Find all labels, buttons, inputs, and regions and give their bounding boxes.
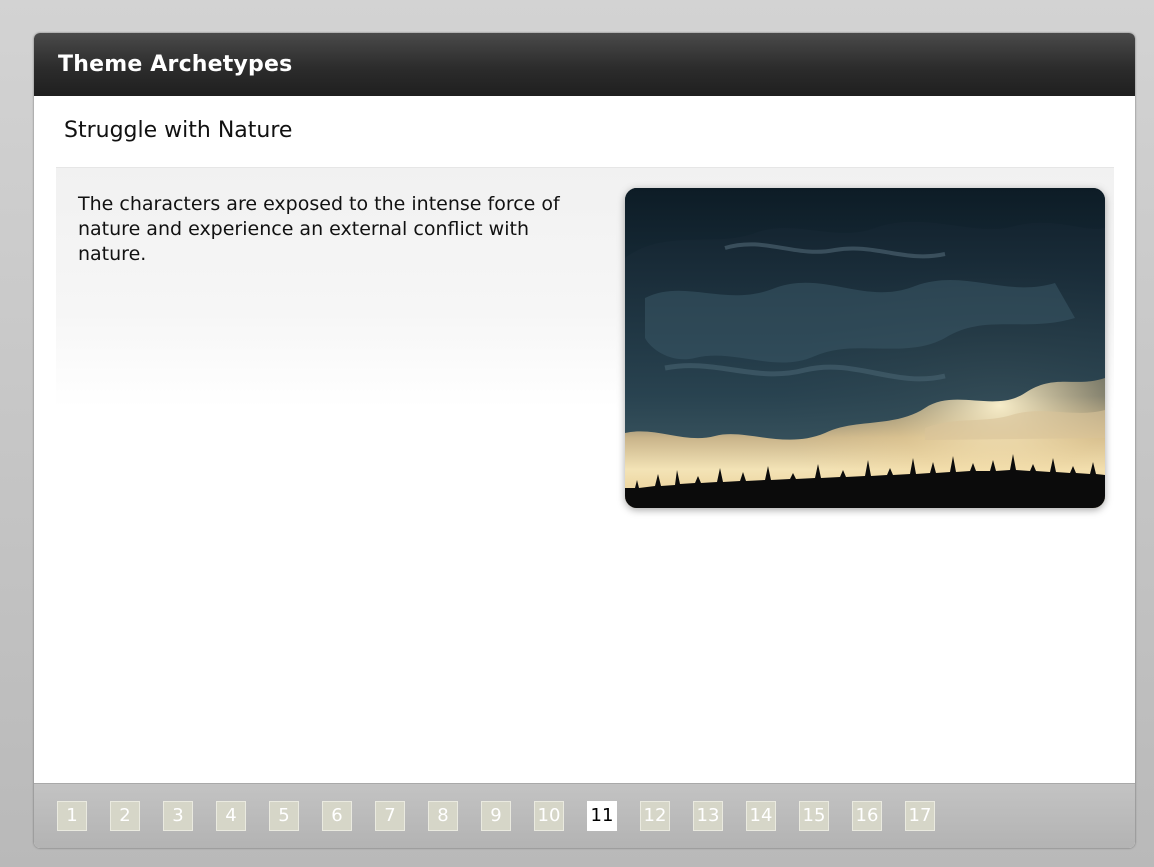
page-button-11[interactable]: 11: [587, 801, 617, 831]
page-button-10[interactable]: 10: [534, 801, 564, 831]
page-button-3[interactable]: 3: [163, 801, 193, 831]
page-button-4[interactable]: 4: [216, 801, 246, 831]
page-button-2[interactable]: 2: [110, 801, 140, 831]
page-button-14[interactable]: 14: [746, 801, 776, 831]
page-button-5[interactable]: 5: [269, 801, 299, 831]
page-button-17[interactable]: 17: [905, 801, 935, 831]
slide-body-text: The characters are exposed to the intens…: [78, 193, 560, 265]
page-button-12[interactable]: 12: [640, 801, 670, 831]
page-button-9[interactable]: 9: [481, 801, 511, 831]
page-button-8[interactable]: 8: [428, 801, 458, 831]
slide-window: Theme Archetypes Struggle with Nature Th…: [34, 33, 1135, 848]
page-button-6[interactable]: 6: [322, 801, 352, 831]
page-button-7[interactable]: 7: [375, 801, 405, 831]
storm-clouds-image: [625, 188, 1105, 508]
page-button-1[interactable]: 1: [57, 801, 87, 831]
window-title: Theme Archetypes: [58, 52, 293, 77]
page-button-13[interactable]: 13: [693, 801, 723, 831]
page-button-16[interactable]: 16: [852, 801, 882, 831]
page-button-15[interactable]: 15: [799, 801, 829, 831]
storm-clouds-photo-icon: [625, 188, 1105, 508]
page-buttons: 1 2 3 4 5 6 7 8 9 10 11 12 13 14 15 16 17: [57, 801, 958, 831]
content-panel: The characters are exposed to the intens…: [56, 167, 1114, 508]
pagination-bar: 1 2 3 4 5 6 7 8 9 10 11 12 13 14 15 16 17: [34, 783, 1135, 848]
slide-title: Struggle with Nature: [64, 118, 293, 143]
title-bar: Theme Archetypes: [34, 33, 1135, 96]
